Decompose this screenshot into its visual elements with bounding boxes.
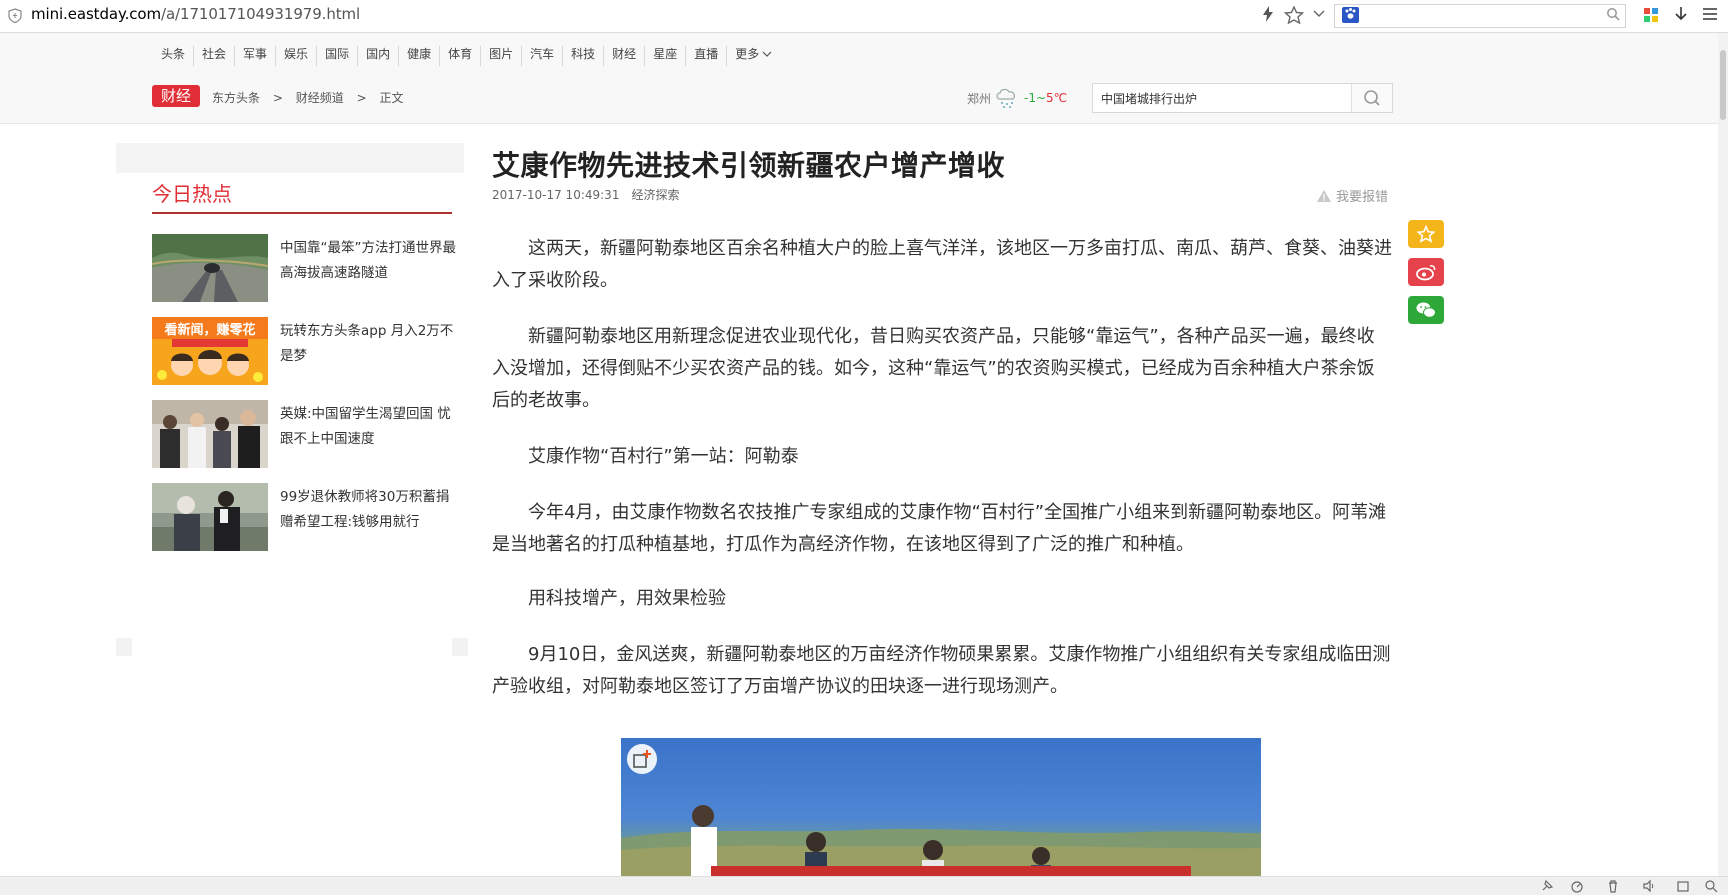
weather-temp-high: 5℃ — [1046, 91, 1068, 105]
nav-item-headlines[interactable]: 头条 — [153, 46, 193, 66]
weather-temp-low: -1 — [1024, 91, 1036, 105]
search-icon — [1364, 90, 1380, 106]
nav-item-finance[interactable]: 财经 — [603, 46, 644, 66]
article-meta: 2017-10-17 10:49:31 经济探索 — [492, 186, 679, 203]
breadcrumb: 东方头条 > 财经频道 > 正文 — [212, 89, 412, 106]
snow-cloud-icon — [996, 88, 1015, 108]
nav-item-horoscope[interactable]: 星座 — [644, 46, 685, 66]
article-paragraph: 这两天，新疆阿勒泰地区百余名种植大户的脸上喜气洋洋，该地区一万多亩打瓜、南瓜、葫… — [492, 238, 1392, 291]
wechat-icon — [1416, 302, 1436, 318]
lightning-icon[interactable] — [1262, 6, 1274, 26]
article-paragraph: 今年4月，由艾康作物数名农技推广专家组成的艾康作物“百村行”全国推广小组来到新疆… — [492, 502, 1387, 555]
weibo-icon — [1416, 265, 1436, 281]
nav-item-international[interactable]: 国际 — [316, 46, 357, 66]
baidu-paw-icon[interactable] — [1342, 7, 1359, 23]
browser-search-box[interactable] — [1334, 4, 1626, 28]
top-navigation: 头条 社会 军事 娱乐 国际 国内 健康 体育 图片 汽车 科技 财经 星座 直… — [153, 46, 780, 66]
nav-item-live[interactable]: 直播 — [685, 46, 726, 66]
favorite-button[interactable] — [1408, 220, 1444, 248]
thumbnail-tunnel-highway[interactable] — [152, 234, 268, 302]
search-input[interactable] — [1093, 84, 1329, 112]
speaker-icon[interactable] — [1642, 879, 1656, 893]
list-item[interactable]: 中国靠“最笨”方法打通世界最高海拔高速路隧道 — [152, 234, 462, 302]
menu-hamburger-icon[interactable] — [1702, 6, 1718, 26]
url-domain: mini.eastday.com — [31, 5, 161, 23]
nav-item-domestic[interactable]: 国内 — [357, 46, 398, 66]
chevron-down-icon — [762, 51, 772, 57]
ad-banner-text: 看新闻，赚零花 — [164, 322, 255, 338]
site-search — [1092, 83, 1393, 113]
article-datetime: 2017-10-17 10:49:31 — [492, 188, 620, 202]
speed-icon[interactable] — [1570, 879, 1584, 893]
list-item-title[interactable]: 英媒:中国留学生渴望回国 忧跟不上中国速度 — [280, 402, 460, 452]
url-field[interactable]: mini.eastday.com/a/171017104931979.html — [31, 5, 360, 23]
list-item[interactable]: 英媒:中国留学生渴望回国 忧跟不上中国速度 — [152, 400, 462, 468]
browser-status-bar — [0, 876, 1728, 895]
breadcrumb-current: 正文 — [379, 91, 404, 105]
favorite-star-icon[interactable] — [1283, 5, 1305, 28]
list-item[interactable]: 99岁退休教师将30万积蓄捐赠希望工程:钱够用就行 — [152, 483, 462, 551]
article-subheading: 用科技增产，用效果检验 — [528, 588, 726, 609]
dropdown-chevron-icon[interactable] — [1312, 6, 1326, 26]
breadcrumb-separator: > — [272, 91, 283, 105]
browser-search-icon[interactable] — [1606, 7, 1620, 25]
article-subheading: 艾康作物“百村行”第一站：阿勒泰 — [528, 446, 799, 467]
apps-grid-icon[interactable] — [1644, 8, 1658, 26]
placeholder-block — [452, 638, 468, 656]
download-arrow-icon[interactable] — [1674, 6, 1688, 26]
nav-item-auto[interactable]: 汽车 — [521, 46, 562, 66]
weather-temperature: -1~5℃ — [1024, 91, 1067, 105]
nav-item-military[interactable]: 军事 — [234, 46, 275, 66]
share-wechat-button[interactable] — [1408, 296, 1444, 324]
nav-more-label: 更多 — [735, 47, 760, 61]
vertical-scrollbar[interactable] — [1718, 33, 1728, 876]
star-icon — [1417, 225, 1435, 243]
nav-item-pictures[interactable]: 图片 — [480, 46, 521, 66]
window-icon[interactable] — [1676, 879, 1690, 893]
list-item-title[interactable]: 中国靠“最笨”方法打通世界最高海拔高速路隧道 — [280, 236, 460, 286]
scrollbar-thumb[interactable] — [1720, 50, 1726, 120]
placeholder-block — [116, 638, 132, 656]
article-photo[interactable] — [621, 738, 1261, 884]
article-paragraph: 新疆阿勒泰地区用新理念促进农业现代化，昔日购买农资产品，只能够“靠运气”，各种产… — [492, 326, 1375, 411]
trash-icon[interactable] — [1606, 879, 1620, 893]
sidebar-top-bar — [116, 143, 464, 173]
warning-icon — [1317, 189, 1331, 202]
article-paragraph: 9月10日，金风送爽，新疆阿勒泰地区的万亩经济作物硕果累累。艾康作物推广小组组织… — [492, 644, 1391, 697]
list-item-title[interactable]: 99岁退休教师将30万积蓄捐赠希望工程:钱够用就行 — [280, 485, 460, 535]
nav-item-entertainment[interactable]: 娱乐 — [275, 46, 316, 66]
search-button[interactable] — [1351, 84, 1392, 112]
site-shield-icon[interactable] — [8, 8, 22, 23]
thumbnail-teacher[interactable] — [152, 483, 268, 551]
pin-icon[interactable] — [1540, 879, 1554, 893]
add-to-collection-icon[interactable] — [627, 744, 657, 774]
article-source[interactable]: 经济探索 — [631, 188, 679, 202]
nav-item-sports[interactable]: 体育 — [439, 46, 480, 66]
nav-item-health[interactable]: 健康 — [398, 46, 439, 66]
list-item[interactable]: 看新闻，赚零花 玩转东方头条app 月入2万不是梦 — [152, 317, 462, 385]
article-title: 艾康作物先进技术引领新疆农户增产增收 — [492, 149, 1006, 182]
nav-item-tech[interactable]: 科技 — [562, 46, 603, 66]
sidebar-title: 今日热点 — [152, 182, 232, 206]
browser-address-bar: mini.eastday.com/a/171017104931979.html — [0, 0, 1728, 33]
zoom-icon[interactable] — [1704, 879, 1718, 893]
breadcrumb-channel[interactable]: 财经频道 — [296, 91, 344, 105]
weather-temp-sep: ~ — [1035, 91, 1047, 105]
url-path: /a/171017104931979.html — [161, 5, 361, 23]
thumbnail-app-promo[interactable]: 看新闻，赚零花 — [152, 317, 268, 385]
list-item-title[interactable]: 玩转东方头条app 月入2万不是梦 — [280, 319, 460, 369]
weather-city: 郑州 — [967, 91, 992, 106]
share-toolbar — [1408, 220, 1444, 334]
channel-badge[interactable]: 财经 — [152, 85, 200, 107]
thumbnail-students[interactable] — [152, 400, 268, 468]
nav-item-more[interactable]: 更多 — [726, 46, 780, 66]
breadcrumb-separator: > — [356, 91, 367, 105]
report-error-link[interactable]: 我要报错 — [1316, 186, 1388, 205]
nav-item-society[interactable]: 社会 — [193, 46, 234, 66]
weather-widget: 郑州 -1~5℃ — [967, 86, 1067, 110]
share-weibo-button[interactable] — [1408, 258, 1444, 286]
sidebar-title-divider — [152, 212, 452, 214]
breadcrumb-home[interactable]: 东方头条 — [212, 91, 260, 105]
report-error-label: 我要报错 — [1336, 190, 1389, 205]
